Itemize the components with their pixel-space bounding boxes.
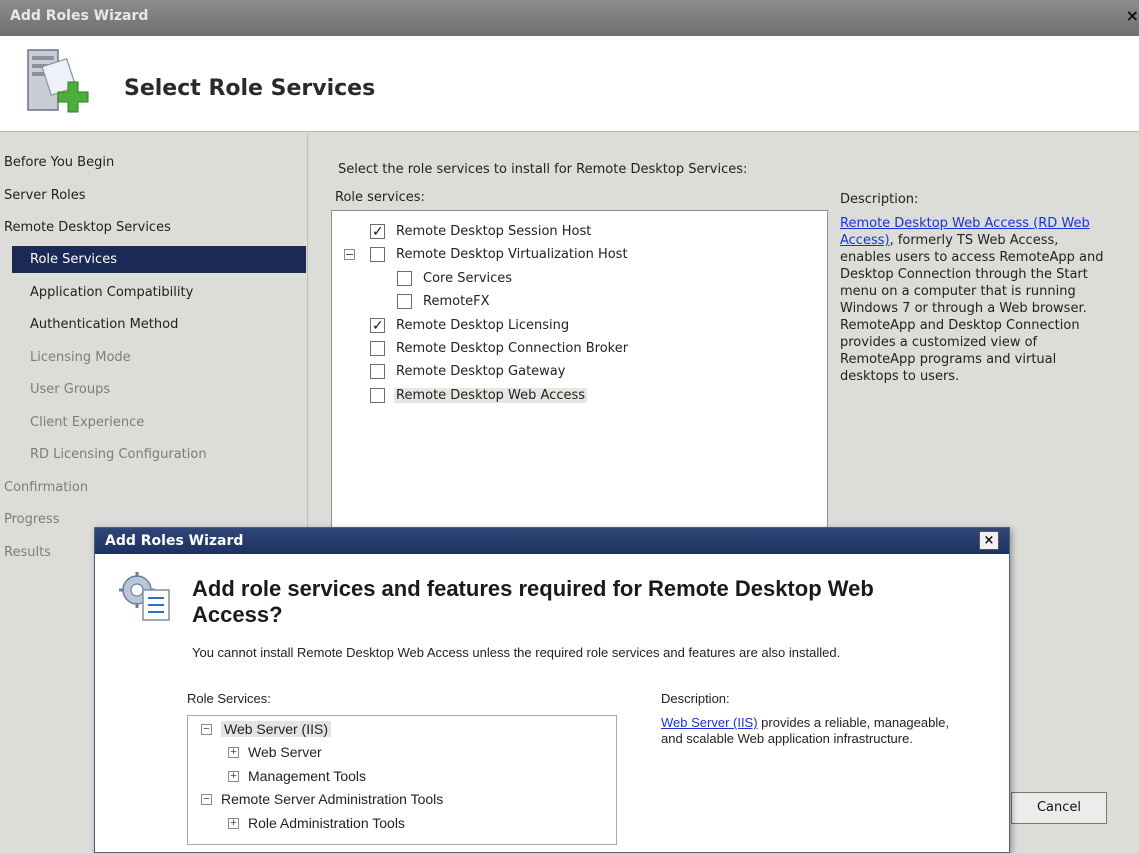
checkbox-virtualization-host[interactable] bbox=[370, 247, 385, 262]
window-close-icon[interactable]: × bbox=[1126, 6, 1139, 25]
description-text: , formerly TS Web Access, enables users … bbox=[840, 233, 1104, 384]
checkbox-connection-broker[interactable] bbox=[370, 341, 385, 356]
list-item-label: Core Services bbox=[423, 271, 513, 286]
collapse-icon[interactable]: − bbox=[344, 249, 355, 260]
dialog-heading: Add role services and features required … bbox=[192, 576, 874, 627]
nav-item-client-experience: Client Experience bbox=[30, 415, 145, 430]
tree-item-web-server-iis[interactable]: − Web Server (IIS) bbox=[201, 718, 331, 740]
dialog-close-icon[interactable]: × bbox=[979, 531, 999, 550]
list-item-connection-broker[interactable]: Remote Desktop Connection Broker bbox=[370, 338, 628, 360]
dialog-body-text: You cannot install Remote Desktop Web Ac… bbox=[192, 645, 841, 660]
nav-item-confirmation: Confirmation bbox=[4, 480, 89, 495]
list-item-label: Remote Desktop Session Host bbox=[396, 224, 592, 239]
list-item-label: Remote Desktop Virtualization Host bbox=[396, 247, 628, 262]
required-features-dialog: Add Roles Wizard × Add role services and… bbox=[94, 527, 1010, 853]
list-item-label: Remote Desktop Connection Broker bbox=[396, 341, 629, 356]
list-item-label: Remote Desktop Licensing bbox=[396, 318, 570, 333]
list-item-label: Remote Desktop Web Access bbox=[394, 388, 588, 403]
list-item-label: RemoteFX bbox=[423, 294, 490, 309]
dialog-description-link[interactable]: Web Server (IIS) bbox=[661, 715, 758, 730]
tree-item-remote-server-admin-tools[interactable]: − Remote Server Administration Tools bbox=[201, 788, 443, 810]
wizard-header: Select Role Services bbox=[0, 36, 1139, 132]
nav-item-application-compatibility[interactable]: Application Compatibility bbox=[0, 279, 306, 306]
collapse-icon[interactable]: − bbox=[201, 724, 212, 735]
role-services-list[interactable]: Remote Desktop Session Host − Remote Des… bbox=[331, 210, 828, 540]
nav-item-server-roles[interactable]: Server Roles bbox=[0, 182, 306, 209]
tree-item-web-server[interactable]: + Web Server bbox=[228, 741, 322, 763]
expand-icon[interactable]: + bbox=[228, 747, 239, 758]
collapse-icon[interactable]: − bbox=[201, 794, 212, 805]
server-add-icon bbox=[27, 49, 89, 113]
tree-item-label: Remote Server Administration Tools bbox=[221, 791, 444, 807]
list-item-session-host[interactable]: Remote Desktop Session Host bbox=[370, 221, 591, 243]
tree-item-label: Management Tools bbox=[248, 768, 367, 784]
list-item-remotefx[interactable]: RemoteFX bbox=[397, 291, 490, 313]
nav-item-rd-licensing-configuration: RD Licensing Configuration bbox=[30, 447, 207, 462]
window-title: Add Roles Wizard bbox=[10, 8, 149, 24]
tree-item-label: Web Server (IIS) bbox=[221, 721, 331, 737]
nav-item-before-you-begin[interactable]: Before You Begin bbox=[0, 149, 306, 176]
checkbox-web-access[interactable] bbox=[370, 388, 385, 403]
dialog-title: Add Roles Wizard bbox=[105, 533, 244, 549]
list-item-web-access[interactable]: Remote Desktop Web Access bbox=[370, 385, 588, 407]
cancel-button[interactable]: Cancel bbox=[1011, 792, 1107, 824]
list-item-gateway[interactable]: Remote Desktop Gateway bbox=[370, 361, 565, 383]
expand-icon[interactable]: + bbox=[228, 771, 239, 782]
gear-list-icon bbox=[119, 572, 170, 621]
dialog-role-services-tree[interactable]: − Web Server (IIS) + Web Server + Manage… bbox=[187, 715, 617, 845]
nav-item-licensing-mode: Licensing Mode bbox=[30, 350, 131, 365]
nav-item-remote-desktop-services[interactable]: Remote Desktop Services bbox=[0, 214, 306, 241]
window-titlebar[interactable]: Add Roles Wizard × bbox=[0, 0, 1139, 36]
dialog-description-label: Description: bbox=[661, 691, 730, 706]
expand-icon[interactable]: + bbox=[228, 818, 239, 829]
list-item-label: Remote Desktop Gateway bbox=[396, 364, 566, 379]
checkbox-remotefx[interactable] bbox=[397, 294, 412, 309]
description-label: Description: bbox=[840, 192, 919, 207]
list-item-virtualization-host[interactable]: − Remote Desktop Virtualization Host bbox=[344, 244, 628, 266]
tree-item-label: Role Administration Tools bbox=[248, 815, 405, 831]
tree-item-management-tools[interactable]: + Management Tools bbox=[228, 765, 366, 787]
dialog-description-panel: Web Server (IIS) provides a reliable, ma… bbox=[661, 715, 961, 747]
checkbox-licensing[interactable] bbox=[370, 315, 385, 337]
list-item-licensing[interactable]: Remote Desktop Licensing bbox=[370, 315, 569, 337]
role-services-label: Role services: bbox=[335, 190, 425, 205]
checkbox-gateway[interactable] bbox=[370, 364, 385, 379]
checkbox-core-services[interactable] bbox=[397, 271, 412, 286]
list-item-core-services[interactable]: Core Services bbox=[397, 268, 512, 290]
nav-item-user-groups: User Groups bbox=[30, 382, 111, 397]
instruction-text: Select the role services to install for … bbox=[338, 162, 748, 177]
nav-item-role-services[interactable]: Role Services bbox=[12, 246, 306, 273]
checkbox-session-host[interactable] bbox=[370, 221, 385, 243]
tree-item-label: Web Server bbox=[248, 744, 322, 760]
tree-item-role-admin-tools[interactable]: + Role Administration Tools bbox=[228, 812, 405, 834]
nav-item-authentication-method[interactable]: Authentication Method bbox=[0, 311, 306, 338]
page-title: Select Role Services bbox=[124, 76, 376, 101]
dialog-role-services-label: Role Services: bbox=[187, 691, 271, 706]
description-panel: Remote Desktop Web Access (RD Web Access… bbox=[840, 215, 1110, 385]
dialog-titlebar[interactable]: Add Roles Wizard × bbox=[95, 528, 1009, 554]
